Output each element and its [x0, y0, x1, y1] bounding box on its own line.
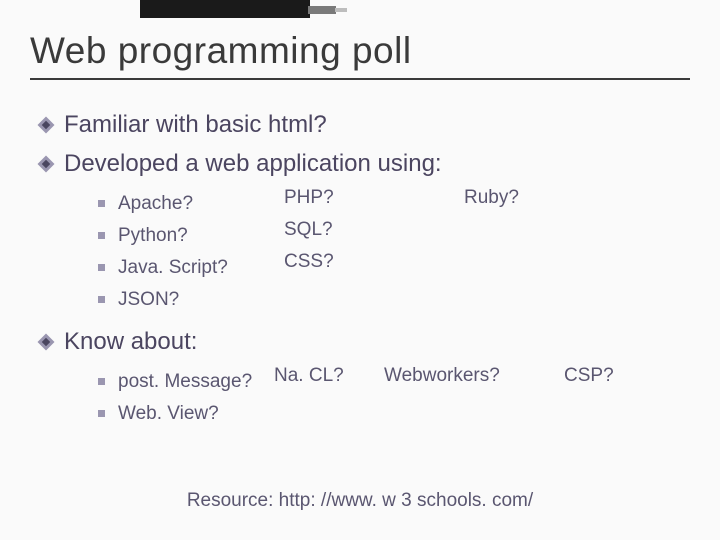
item-label: Python? [118, 225, 188, 246]
dev-col-b: PHP? SQL? CSS? [284, 182, 464, 321]
bullet-know: Know about: post. Message? Web. View? Na… [40, 325, 690, 434]
dev-col-c: Ruby? [464, 182, 624, 321]
item-label: SQL? [284, 214, 464, 246]
list-item: Web. View? [98, 398, 274, 430]
dev-columns: Apache? Python? Java. Script? JSON? PHP?… [64, 182, 690, 321]
item-label: JSON? [118, 289, 179, 310]
header-decoration [0, 0, 720, 20]
bullet-list: Familiar with basic html? Developed a we… [30, 108, 690, 434]
know-col-c: Webworkers? [384, 360, 564, 435]
item-label: Na. CL? [274, 360, 384, 392]
slide-title: Web programming poll [30, 30, 690, 80]
item-label: CSS? [284, 246, 464, 278]
list-item: JSON? [98, 284, 284, 316]
bullet-text: Know about: [64, 328, 197, 355]
item-label: Java. Script? [118, 257, 228, 278]
know-col-d: CSP? [564, 360, 644, 435]
know-col-a: post. Message? Web. View? [64, 360, 274, 435]
item-label: PHP? [284, 182, 464, 214]
dev-col-a: Apache? Python? Java. Script? JSON? [64, 182, 284, 321]
list-item: Apache? [98, 188, 284, 220]
slide-body: Web programming poll Familiar with basic… [0, 18, 720, 438]
list-item: post. Message? [98, 366, 274, 398]
item-label: Apache? [118, 193, 193, 214]
know-col-b: Na. CL? [274, 360, 384, 435]
item-label: post. Message? [118, 371, 252, 392]
bullet-familiar: Familiar with basic html? [40, 108, 690, 143]
list-item: Python? [98, 220, 284, 252]
item-label: CSP? [564, 360, 644, 392]
bullet-text: Developed a web application using: [64, 150, 442, 177]
item-label: Web. View? [118, 403, 219, 424]
item-label: Ruby? [464, 182, 624, 214]
bullet-text: Familiar with basic html? [64, 111, 327, 138]
bullet-developed: Developed a web application using: Apach… [40, 147, 690, 321]
list-item: Java. Script? [98, 252, 284, 284]
know-columns: post. Message? Web. View? Na. CL? Webwor… [64, 360, 690, 435]
resource-footer: Resource: http: //www. w 3 schools. com/ [0, 490, 720, 512]
item-label: Webworkers? [384, 360, 564, 392]
